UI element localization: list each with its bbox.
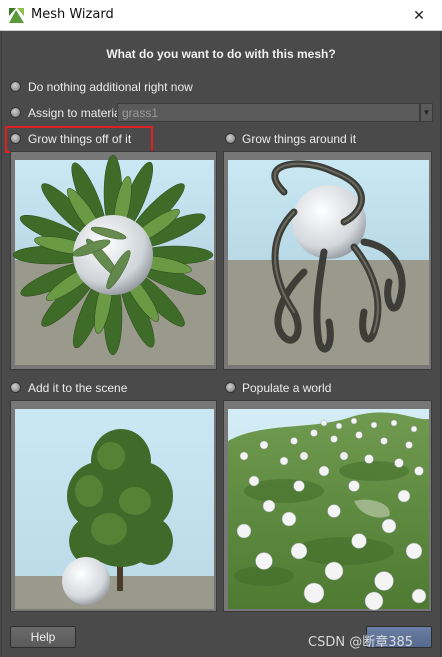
label-grow-around[interactable]: Grow things around it <box>242 132 356 146</box>
help-button[interactable]: Help <box>10 626 76 648</box>
chevron-down-icon: ▼ <box>422 108 431 117</box>
label-add-scene[interactable]: Add it to the scene <box>28 381 127 395</box>
watermark-text: CSDN @断章385 <box>308 635 414 650</box>
title-bar: Mesh Wizard ✕ <box>0 0 442 31</box>
radio-do-nothing[interactable] <box>10 81 21 92</box>
close-icon: ✕ <box>413 7 425 24</box>
preview-grow-off[interactable] <box>10 151 217 370</box>
app-logo-icon <box>8 7 25 24</box>
question-heading: What do you want to do with this mesh? <box>106 47 336 61</box>
populate-world-illustration <box>228 409 429 611</box>
preview-grow-around[interactable] <box>223 151 432 370</box>
label-grow-off[interactable]: Grow things off of it <box>28 132 131 146</box>
label-do-nothing[interactable]: Do nothing additional right now <box>28 80 193 94</box>
close-button[interactable]: ✕ <box>396 0 442 31</box>
material-dropdown-button[interactable]: ▼ <box>420 103 433 122</box>
label-populate-world[interactable]: Populate a world <box>242 381 331 395</box>
radio-grow-around[interactable] <box>225 133 236 144</box>
grow-around-illustration <box>228 160 429 365</box>
radio-add-scene[interactable] <box>10 382 21 393</box>
label-assign-material[interactable]: Assign to material <box>28 106 123 120</box>
material-field[interactable] <box>117 103 420 122</box>
radio-populate-world[interactable] <box>225 382 236 393</box>
radio-grow-off[interactable] <box>10 133 21 144</box>
preview-add-scene[interactable] <box>10 400 217 612</box>
preview-populate-world[interactable] <box>223 400 432 612</box>
grow-off-illustration <box>12 154 214 365</box>
add-scene-illustration <box>15 409 214 609</box>
window-title: Mesh Wizard <box>31 7 114 22</box>
radio-assign-material[interactable] <box>10 107 21 118</box>
